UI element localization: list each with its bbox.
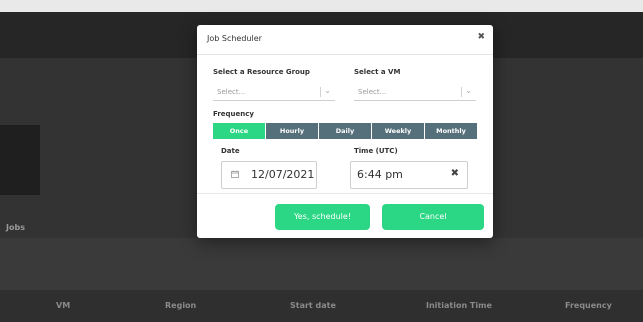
chevron-down-icon: ⌄ — [324, 86, 331, 95]
vm-label: Select a VM — [354, 68, 401, 76]
resource-group-label: Select a Resource Group — [213, 68, 310, 76]
frequency-monthly-button[interactable]: Monthly — [425, 123, 477, 139]
table-header-frequency: Frequency — [565, 301, 612, 310]
time-field[interactable]: 6:44 pm ✖ — [350, 161, 468, 189]
time-label: Time (UTC) — [354, 147, 398, 155]
calendar-icon — [231, 170, 239, 178]
vm-placeholder: Select... — [358, 88, 387, 96]
frequency-daily-button[interactable]: Daily — [319, 123, 372, 139]
frequency-label: Frequency — [213, 110, 254, 118]
frequency-weekly-button[interactable]: Weekly — [372, 123, 425, 139]
table-header-vm: VM — [56, 301, 71, 310]
modal-header: Job Scheduler ✖ — [197, 25, 493, 55]
frequency-segmented-control: Once Hourly Daily Weekly Monthly — [213, 123, 477, 139]
select-separator — [320, 87, 321, 97]
close-icon[interactable]: ✖ — [477, 32, 485, 42]
confirm-schedule-button[interactable]: Yes, schedule! — [275, 204, 370, 230]
date-label: Date — [221, 147, 240, 155]
footer-divider — [197, 193, 493, 194]
resource-group-placeholder: Select... — [217, 88, 246, 96]
chevron-down-icon: ⌄ — [465, 86, 472, 95]
select-separator — [461, 87, 462, 97]
vm-select[interactable]: Select... ⌄ — [354, 85, 476, 101]
top-bar — [0, 0, 643, 12]
table-header-initiation-time: Initiation Time — [426, 301, 492, 310]
clear-icon[interactable]: ✖ — [451, 168, 459, 179]
frequency-hourly-button[interactable]: Hourly — [266, 123, 319, 139]
resource-group-select[interactable]: Select... ⌄ — [213, 85, 335, 101]
table-header-start-date: Start date — [290, 301, 336, 310]
cancel-button[interactable]: Cancel — [382, 204, 484, 230]
modal-title: Job Scheduler — [207, 34, 262, 43]
date-value: 12/07/2021 — [251, 168, 315, 181]
frequency-once-button[interactable]: Once — [213, 123, 266, 139]
jobs-label: Jobs — [6, 223, 25, 232]
date-field[interactable]: 12/07/2021 — [221, 161, 317, 189]
time-value: 6:44 pm — [357, 168, 403, 181]
table-header-region: Region — [165, 301, 197, 310]
side-block — [0, 125, 40, 195]
job-scheduler-modal: Job Scheduler ✖ Select a Resource Group … — [197, 25, 493, 238]
